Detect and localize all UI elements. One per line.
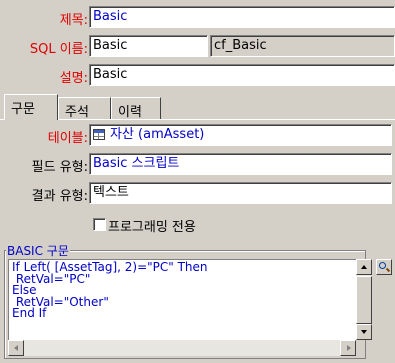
tab-history[interactable]: 이력 bbox=[111, 97, 161, 120]
scroll-right-button[interactable] bbox=[340, 340, 356, 356]
field-type-label: 필드 유형: bbox=[31, 160, 88, 175]
basic-syntax-group-label: BASIC 구문 bbox=[6, 242, 70, 259]
sql-name-label: SQL 이름: bbox=[29, 42, 88, 57]
tab-comments[interactable]: 주석 bbox=[58, 97, 111, 120]
sql-name-field[interactable]: Basic bbox=[89, 35, 208, 57]
scroll-down-button[interactable] bbox=[356, 324, 372, 340]
result-type-select[interactable]: 텍스트 bbox=[89, 182, 392, 204]
scroll-left-button[interactable] bbox=[8, 340, 24, 356]
arrow-right-icon bbox=[347, 345, 351, 351]
programming-only-label: 프로그래밍 전용 bbox=[108, 220, 196, 235]
table-icon bbox=[93, 129, 105, 140]
dropdown-arrow-icon[interactable] bbox=[391, 160, 392, 164]
programming-only-checkbox[interactable] bbox=[93, 218, 106, 231]
tab-syntax[interactable]: 구문 bbox=[4, 94, 58, 120]
description-field[interactable]: Basic bbox=[89, 64, 395, 86]
field-type-value: Basic 스크립트 bbox=[93, 156, 180, 171]
arrow-up-icon bbox=[361, 265, 367, 269]
arrow-left-icon bbox=[14, 345, 18, 351]
table-select[interactable]: 자산 (amAsset) bbox=[89, 124, 392, 146]
title-label: 제목: bbox=[59, 13, 88, 28]
title-field[interactable]: Basic bbox=[89, 6, 395, 28]
basic-code-editor[interactable]: If Left( [AssetTag], 2)="PC" Then RetVal… bbox=[8, 259, 356, 340]
description-label: 설명: bbox=[59, 71, 88, 86]
table-value: 자산 (amAsset) bbox=[110, 127, 205, 142]
scroll-thumb[interactable] bbox=[356, 276, 372, 324]
code-horizontal-scrollbar[interactable] bbox=[8, 340, 356, 356]
search-button[interactable] bbox=[376, 259, 392, 275]
table-label: 테이블: bbox=[47, 131, 88, 146]
scroll-up-button[interactable] bbox=[356, 259, 372, 275]
result-type-value: 텍스트 bbox=[93, 185, 129, 200]
arrow-down-icon bbox=[361, 330, 367, 334]
field-type-select[interactable]: Basic 스크립트 bbox=[89, 153, 392, 175]
dropdown-arrow-icon[interactable] bbox=[391, 131, 392, 135]
dropdown-arrow-icon[interactable] bbox=[391, 189, 392, 193]
result-type-label: 결과 유형: bbox=[31, 189, 88, 204]
sql-name-id-field: cf_Basic bbox=[210, 35, 395, 57]
search-icon bbox=[379, 262, 386, 269]
